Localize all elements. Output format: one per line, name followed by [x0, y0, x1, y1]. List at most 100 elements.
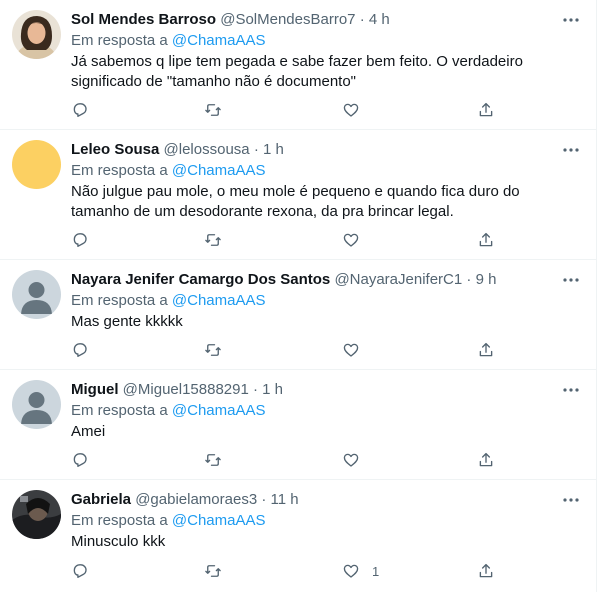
retweet-icon [205, 344, 221, 356]
reply-icon [73, 103, 87, 117]
avatar[interactable] [12, 140, 61, 189]
timestamp[interactable]: 1 h [262, 381, 283, 398]
share-icon [479, 563, 493, 578]
separator: · [261, 491, 267, 508]
reply-feed: Sol Mendes Barroso @SolMendesBarro7 · 4 … [0, 0, 597, 592]
timestamp[interactable]: 9 h [476, 271, 497, 288]
mention-link[interactable]: @ChamaAAS [172, 32, 266, 49]
share-button[interactable] [477, 561, 495, 581]
author-name[interactable]: Miguel [71, 381, 119, 398]
like-button[interactable] [342, 100, 372, 120]
action-bar [71, 340, 505, 360]
share-button[interactable] [477, 450, 495, 470]
tweet[interactable]: Leleo Sousa @lelossousa · 1 h Em respost… [0, 130, 596, 260]
reply-prefix: Em resposta a [71, 402, 168, 419]
separator: · [253, 381, 258, 398]
like-icon [343, 453, 359, 467]
author-name[interactable]: Gabriela [71, 491, 131, 508]
share-button[interactable] [477, 100, 495, 120]
author-name[interactable]: Nayara Jenifer Camargo Dos Santos [71, 271, 330, 288]
author-handle[interactable]: @Miguel15888291 [123, 381, 249, 398]
share-icon [479, 102, 493, 117]
reply-icon [73, 343, 87, 357]
timestamp[interactable]: 1 h [263, 141, 284, 158]
like-icon [343, 103, 359, 117]
like-button[interactable] [342, 450, 372, 470]
tweet-text: Minusculo kkk [71, 533, 166, 550]
retweet-button[interactable] [204, 450, 222, 470]
share-icon [479, 342, 493, 357]
mention-link[interactable]: @ChamaAAS [172, 512, 266, 529]
reply-context: Em resposta a @ChamaAAS [71, 511, 582, 531]
author-handle[interactable]: @gabielamoraes3 [135, 491, 257, 508]
separator: · [253, 141, 259, 158]
like-button[interactable]: 1 [342, 561, 379, 581]
more-icon[interactable] [562, 270, 580, 290]
reply-icon [73, 233, 87, 247]
timestamp[interactable]: 11 h [271, 491, 299, 508]
tweet[interactable]: Gabriela @gabielamoraes3 · 11 h Em respo… [0, 480, 596, 592]
avatar[interactable] [12, 380, 61, 429]
reply-prefix: Em resposta a [71, 292, 168, 309]
author-name[interactable]: Sol Mendes Barroso [71, 11, 216, 28]
reply-context: Em resposta a @ChamaAAS [71, 31, 582, 51]
reply-button[interactable] [71, 561, 89, 581]
reply-context: Em resposta a @ChamaAAS [71, 291, 582, 311]
like-icon [343, 233, 359, 247]
avatar[interactable] [12, 10, 61, 59]
separator: · [466, 271, 472, 288]
like-button[interactable] [342, 230, 372, 250]
reply-prefix: Em resposta a [71, 512, 168, 529]
retweet-button[interactable] [204, 230, 222, 250]
like-icon [343, 343, 359, 357]
more-icon[interactable] [562, 380, 580, 400]
reply-prefix: Em resposta a [71, 32, 168, 49]
mention-link[interactable]: @ChamaAAS [172, 162, 266, 179]
share-button[interactable] [477, 230, 495, 250]
action-bar [71, 230, 505, 250]
like-icon [343, 564, 359, 578]
share-icon [479, 452, 493, 467]
retweet-icon [205, 104, 221, 116]
tweet-text: Amei [71, 423, 106, 440]
tweet-text: Mas gente kkkkk [71, 313, 183, 330]
mention-link[interactable]: @ChamaAAS [172, 292, 266, 309]
tweet[interactable]: Nayara Jenifer Camargo Dos Santos @Nayar… [0, 260, 596, 370]
avatar[interactable] [12, 270, 61, 319]
retweet-icon [205, 454, 221, 466]
retweet-button[interactable] [204, 100, 222, 120]
author-handle[interactable]: @NayaraJeniferC1 [334, 271, 462, 288]
reply-icon [73, 564, 87, 578]
tweet[interactable]: Sol Mendes Barroso @SolMendesBarro7 · 4 … [0, 0, 596, 130]
tweet-text: Não julgue pau mole, o meu mole é pequen… [71, 183, 520, 220]
retweet-button[interactable] [204, 340, 222, 360]
reply-context: Em resposta a @ChamaAAS [71, 401, 582, 421]
avatar[interactable] [12, 490, 61, 539]
mention-link[interactable]: @ChamaAAS [172, 402, 266, 419]
timestamp[interactable]: 4 h [369, 11, 390, 28]
author-name[interactable]: Leleo Sousa [71, 141, 159, 158]
retweet-icon [205, 565, 221, 577]
like-count: 1 [372, 563, 380, 579]
separator: · [359, 11, 365, 28]
share-icon [479, 232, 493, 247]
tweet-text: Já sabemos q lipe tem pegada e sabe faze… [71, 53, 523, 90]
author-handle[interactable]: @lelossousa [164, 141, 250, 158]
reply-button[interactable] [71, 100, 89, 120]
reply-context: Em resposta a @ChamaAAS [71, 161, 582, 181]
more-icon[interactable] [562, 490, 580, 510]
more-icon[interactable] [562, 140, 580, 160]
reply-prefix: Em resposta a [71, 162, 168, 179]
retweet-icon [205, 234, 221, 246]
share-button[interactable] [477, 340, 495, 360]
reply-icon [73, 453, 87, 467]
more-icon[interactable] [562, 10, 580, 30]
like-button[interactable] [342, 340, 372, 360]
tweet[interactable]: Miguel @Miguel15888291 · 1 h Em resposta… [0, 370, 596, 480]
reply-button[interactable] [71, 450, 89, 470]
author-handle[interactable]: @SolMendesBarro7 [220, 11, 355, 28]
action-bar [71, 100, 505, 120]
reply-button[interactable] [71, 230, 89, 250]
retweet-button[interactable] [204, 561, 222, 581]
reply-button[interactable] [71, 340, 89, 360]
